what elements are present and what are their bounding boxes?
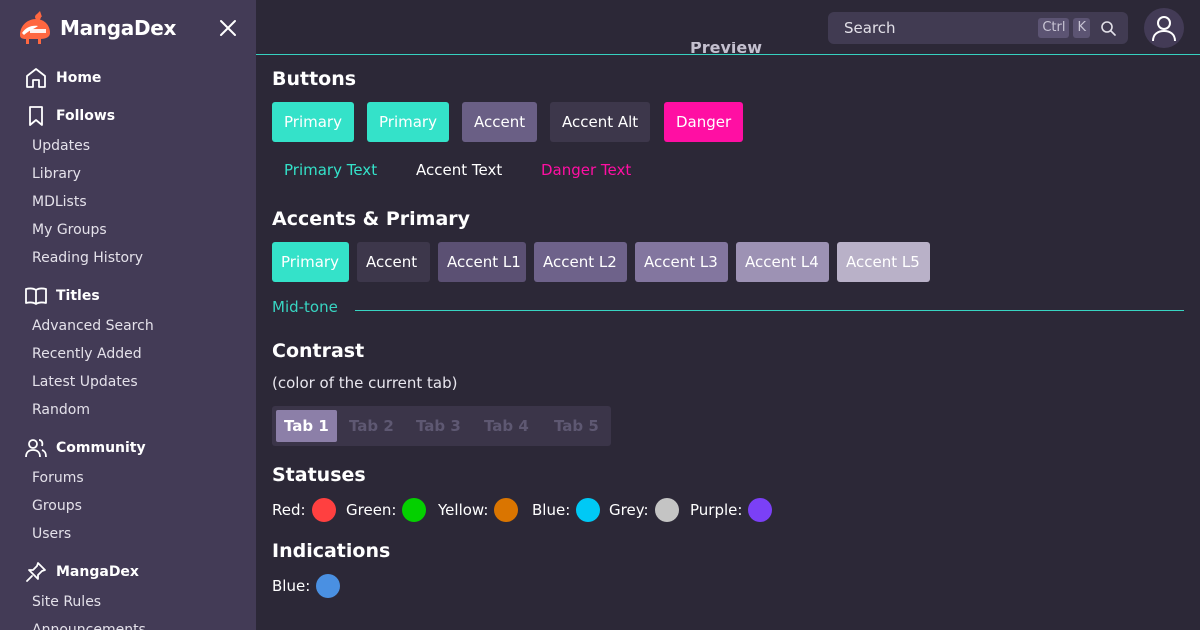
shortcut-k-key: K <box>1073 18 1090 38</box>
status-red: Red: <box>272 498 336 522</box>
status-yellow: Yellow: <box>438 498 519 522</box>
danger-text-button[interactable]: Danger Text <box>541 158 631 182</box>
tab-1[interactable]: Tab 1 <box>276 410 337 442</box>
chip-primary[interactable]: Primary <box>272 242 349 282</box>
mid-tone-divider <box>355 310 1184 311</box>
chip-accent-l4[interactable]: Accent L4 <box>736 242 829 282</box>
sidebar-item-latest-updates[interactable]: Latest Updates <box>32 371 138 393</box>
tab-5[interactable]: Tab 5 <box>546 410 607 442</box>
mangadex-logo-icon <box>20 11 50 44</box>
status-grey: Grey: <box>609 498 679 522</box>
sidebar-item-library[interactable]: Library <box>32 163 81 185</box>
indications-title: Indications <box>272 540 391 562</box>
buttons-title: Buttons <box>272 68 357 90</box>
status-label: Green: <box>346 501 397 519</box>
accents-title: Accents & Primary <box>272 208 471 230</box>
search-icon[interactable] <box>1100 20 1116 36</box>
contrast-title: Contrast <box>272 340 365 362</box>
sidebar-item-groups[interactable]: Groups <box>32 495 82 517</box>
status-dot-yellow <box>494 498 519 522</box>
sidebar-item-forums[interactable]: Forums <box>32 467 84 489</box>
status-dot-grey <box>654 498 679 522</box>
sidebar-item-my-groups[interactable]: My Groups <box>32 219 107 241</box>
sidebar-section-label: Follows <box>56 108 116 124</box>
status-dot-red <box>311 498 336 522</box>
sidebar-item-mdlists[interactable]: MDLists <box>32 191 87 213</box>
accent-button[interactable]: Accent <box>462 102 538 142</box>
chip-accent-l1[interactable]: Accent L1 <box>438 242 526 282</box>
shortcut-ctrl-key: Ctrl <box>1038 18 1070 38</box>
primary-text-button[interactable]: Primary Text <box>284 158 377 182</box>
tab-2[interactable]: Tab 2 <box>341 410 402 442</box>
sidebar-item-users[interactable]: Users <box>32 523 71 545</box>
user-icon <box>1152 16 1176 42</box>
sidebar-item-advanced-search[interactable]: Advanced Search <box>32 315 154 337</box>
chip-accent[interactable]: Accent <box>357 242 430 282</box>
status-blue: Blue: <box>532 498 601 522</box>
sidebar: MangaDex Home Follows Updates Library MD… <box>0 0 256 630</box>
indication-dot-blue <box>316 574 341 598</box>
sidebar-section-label: Community <box>56 440 146 456</box>
chip-accent-l5[interactable]: Accent L5 <box>837 242 930 282</box>
danger-button[interactable]: Danger <box>664 102 744 142</box>
statuses-title: Statuses <box>272 464 366 486</box>
search-input[interactable]: Search <box>844 19 1038 37</box>
sidebar-item-updates[interactable]: Updates <box>32 135 90 157</box>
accent-alt-button[interactable]: Accent Alt <box>550 102 651 142</box>
sidebar-section-mangadex[interactable]: MangaDex <box>24 559 139 585</box>
status-label: Blue: <box>532 501 571 519</box>
tab-3[interactable]: Tab 3 <box>408 410 469 442</box>
sidebar-section-label: MangaDex <box>56 564 139 580</box>
accent-text-button[interactable]: Accent Text <box>416 158 502 182</box>
sidebar-section-community[interactable]: Community <box>24 435 146 461</box>
status-label: Purple: <box>690 501 743 519</box>
search-bar[interactable]: Search Ctrl K <box>828 12 1128 44</box>
status-green: Green: <box>346 498 427 522</box>
sidebar-item-announcements[interactable]: Announcements <box>32 619 146 630</box>
preview-heading: Preview <box>690 42 763 56</box>
sidebar-item-reading-history[interactable]: Reading History <box>32 247 143 269</box>
book-open-icon <box>25 287 47 305</box>
primary-button-alt[interactable]: Primary <box>367 102 449 142</box>
contrast-subtitle: (color of the current tab) <box>272 374 458 392</box>
status-purple: Purple: <box>690 498 773 522</box>
brand-name: MangaDex <box>60 16 177 40</box>
bookmark-icon <box>29 106 43 126</box>
status-dot-purple <box>748 498 773 522</box>
sidebar-section-label: Home <box>56 70 102 86</box>
sidebar-item-site-rules[interactable]: Site Rules <box>32 591 101 613</box>
indication-label: Blue: <box>272 577 311 595</box>
status-label: Yellow: <box>438 501 489 519</box>
tab-bar: Tab 1 Tab 2 Tab 3 Tab 4 Tab 5 <box>272 406 611 446</box>
status-label: Grey: <box>609 501 649 519</box>
tab-4[interactable]: Tab 4 <box>476 410 537 442</box>
users-icon <box>25 439 47 458</box>
sidebar-section-home[interactable]: Home <box>24 65 101 91</box>
sidebar-section-follows[interactable]: Follows <box>24 103 115 129</box>
sidebar-section-titles[interactable]: Titles <box>24 283 100 309</box>
sidebar-section-label: Titles <box>56 288 100 304</box>
indication-blue: Blue: <box>272 574 341 598</box>
avatar[interactable] <box>1144 8 1184 48</box>
chip-accent-l2[interactable]: Accent L2 <box>534 242 627 282</box>
close-icon[interactable] <box>216 16 240 40</box>
home-icon <box>26 68 46 88</box>
status-dot-green <box>402 498 427 522</box>
status-dot-blue <box>576 498 601 522</box>
brand[interactable]: MangaDex <box>16 10 176 46</box>
chip-accent-l3[interactable]: Accent L3 <box>635 242 728 282</box>
mid-tone-label: Mid-tone <box>272 298 338 316</box>
primary-button[interactable]: Primary <box>272 102 354 142</box>
pin-icon <box>26 562 46 582</box>
sidebar-item-random[interactable]: Random <box>32 399 90 421</box>
sidebar-item-recently-added[interactable]: Recently Added <box>32 343 142 365</box>
status-label: Red: <box>272 501 306 519</box>
